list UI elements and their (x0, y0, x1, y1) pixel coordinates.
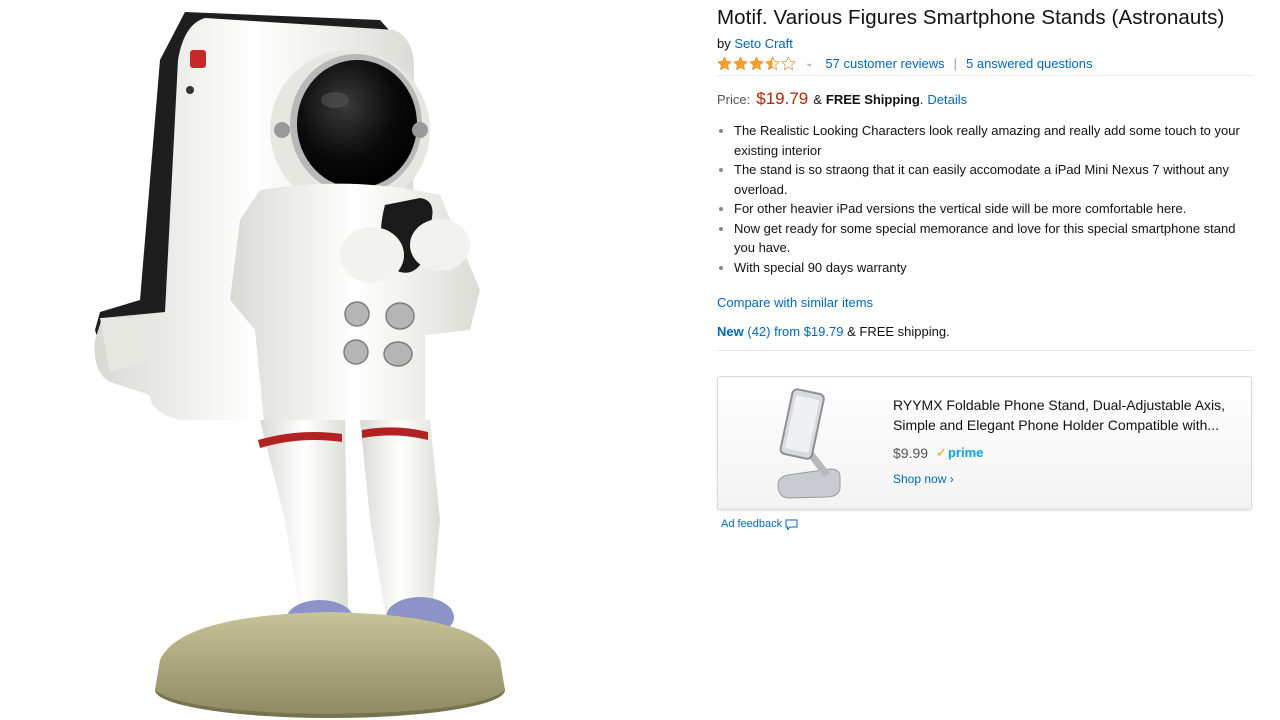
star-half-icon (765, 55, 780, 70)
shop-now-row: Shop now › (893, 472, 1233, 486)
astronaut-phone-stand-image (94, 12, 505, 718)
divider (717, 350, 1253, 351)
shipping-period: . (919, 92, 924, 107)
customer-reviews-link[interactable]: 57 customer reviews (825, 56, 944, 71)
brand-link[interactable]: Seto Craft (734, 36, 793, 51)
offers-count-link[interactable]: (42) from $19.79 (747, 324, 843, 339)
ad-feedback[interactable]: Ad feedback (721, 518, 798, 530)
star-full-icon (733, 55, 748, 70)
prime-label: prime (947, 445, 984, 460)
ad-text: RYYMX Foldable Phone Stand, Dual-Adjusta… (893, 395, 1233, 486)
shipping-details-link[interactable]: Details (927, 92, 967, 107)
price-row: Price: $19.79 & FREE Shipping. Details (717, 89, 1253, 109)
feature-bullet: With special 90 days warranty (734, 258, 1253, 278)
product-title: Motif. Various Figures Smartphone Stands… (717, 6, 1225, 29)
star-empty-icon (781, 55, 796, 70)
prime-check-icon: ✓ (936, 445, 947, 460)
feature-bullet: The Realistic Looking Characters look re… (734, 121, 1253, 160)
separator: | (953, 55, 957, 71)
ratings-row: ⌄ 57 customer reviews | 5 answered quest… (717, 55, 1253, 71)
feature-bullet: The stand is so straong that it can easi… (734, 160, 1253, 199)
product-details: Motif. Various Figures Smartphone Stands… (717, 0, 1253, 351)
star-full-icon (749, 55, 764, 70)
offers-row: New (42) from $19.79 & FREE shipping. (717, 324, 1253, 339)
ad-price-row: $9.99 ✓prime (893, 445, 1233, 461)
offers-suffix: & FREE shipping. (847, 324, 950, 339)
star-rating[interactable] (717, 55, 797, 71)
new-offers-link[interactable]: New (717, 324, 744, 339)
ad-product-image[interactable] (768, 385, 848, 501)
ad-feedback-label[interactable]: Ad feedback (721, 518, 782, 530)
product-image[interactable] (0, 0, 700, 720)
price-value: $19.79 (756, 89, 809, 108)
free-shipping-label: FREE Shipping (825, 92, 920, 107)
feature-bullets: The Realistic Looking Characters look re… (717, 121, 1253, 277)
chevron-down-icon[interactable]: ⌄ (805, 58, 813, 69)
price-ampersand: & (813, 92, 822, 107)
answered-questions-link[interactable]: 5 answered questions (966, 56, 1092, 71)
feature-bullet: Now get ready for some special memorance… (734, 219, 1253, 258)
shop-now-link[interactable]: Shop now › (893, 472, 954, 486)
byline: by Seto Craft (717, 36, 1253, 51)
price-label: Price: (717, 92, 751, 107)
divider (717, 75, 1253, 76)
by-prefix: by (717, 36, 731, 51)
feature-bullet: For other heavier iPad versions the vert… (734, 199, 1253, 219)
sponsored-ad-card[interactable]: RYYMX Foldable Phone Stand, Dual-Adjusta… (717, 376, 1252, 510)
ad-title[interactable]: RYYMX Foldable Phone Stand, Dual-Adjusta… (893, 395, 1233, 435)
ad-price: $9.99 (893, 445, 929, 461)
prime-badge: ✓prime (936, 445, 983, 461)
compare-similar-link[interactable]: Compare with similar items (717, 295, 873, 310)
star-full-icon (717, 55, 732, 70)
compare-row: Compare with similar items (717, 295, 1253, 310)
speech-bubble-icon (785, 519, 798, 530)
